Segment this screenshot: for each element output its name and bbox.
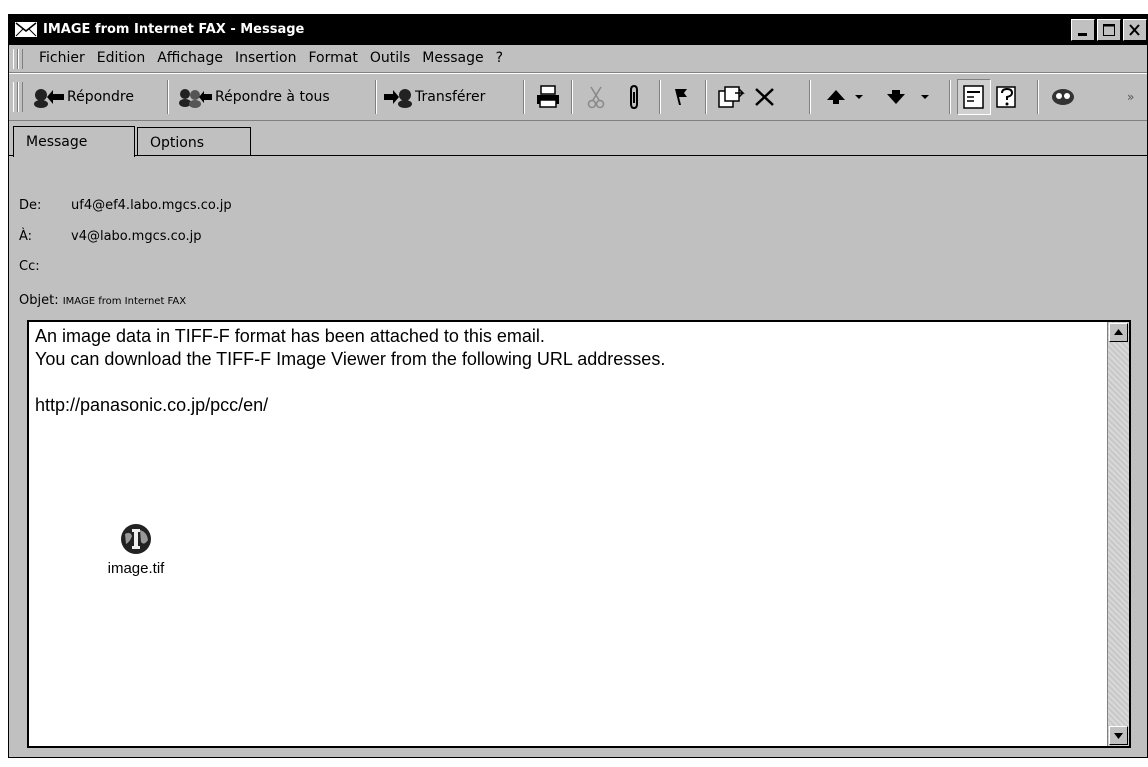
attach-button[interactable] (627, 82, 641, 112)
toolbar-separator (705, 80, 707, 114)
menu-items: Fichier Edition Affichage Insertion Format Ou… (33, 50, 509, 66)
toolbar-separator (809, 80, 811, 114)
forward-label: Transférer (415, 89, 486, 105)
vertical-scrollbar[interactable] (1107, 322, 1129, 746)
body-line-1: An image data in TIFF-F format has been … (35, 326, 545, 346)
forward-icon (384, 89, 412, 108)
minimize-icon (1078, 33, 1087, 36)
scroll-down-button[interactable] (1109, 726, 1128, 745)
toolbar-separator (375, 80, 377, 114)
close-icon (1129, 24, 1140, 36)
message-window: IMAGE from Internet FAX - Message Fichie… (8, 14, 1148, 758)
address-icon (996, 86, 1016, 108)
reply-button[interactable]: Répondre (31, 82, 134, 112)
scroll-up-icon (1114, 329, 1123, 335)
maximize-icon (1103, 24, 1115, 36)
envelope-icon (15, 22, 37, 37)
delete-button[interactable] (753, 82, 777, 112)
toolbar-overflow-chevron[interactable]: » (1127, 82, 1134, 112)
encrypt-button[interactable] (1049, 82, 1077, 112)
toolbar-separator (1037, 80, 1039, 114)
from-label: De: (19, 198, 42, 213)
menu-item-format[interactable]: Format (302, 50, 363, 66)
toolbar-separator (949, 80, 951, 114)
cc-row: Cc: (19, 259, 71, 279)
print-button[interactable] (535, 82, 561, 112)
reply-all-label: Répondre à tous (215, 89, 330, 105)
tab-options[interactable]: Options (137, 127, 251, 156)
menu-item-affichage[interactable]: Affichage (151, 50, 229, 66)
attachment-tiff[interactable]: image.tif (91, 522, 181, 577)
menu-item-fichier[interactable]: Fichier (33, 50, 91, 66)
menu-item-message[interactable]: Message (416, 50, 489, 66)
scroll-up-button[interactable] (1109, 323, 1128, 342)
toolbar: Répondre Répondre à tous Transférer » (9, 73, 1147, 121)
menu-bar: Fichier Edition Affichage Insertion Format Ou… (9, 45, 1147, 73)
from-value[interactable]: uf4@ef4.labo.mgcs.co.jp (71, 198, 232, 213)
reply-all-icon (179, 89, 212, 108)
cut-button[interactable] (587, 82, 605, 112)
body-line-2: You can download the TIFF-F Image Viewer… (35, 349, 666, 369)
tab-divider (9, 155, 1147, 156)
subject-row: Objet: IMAGE from Internet FAX (19, 293, 186, 313)
reply-icon (34, 89, 64, 108)
tiff-file-icon (121, 524, 151, 554)
scroll-down-icon (1114, 733, 1123, 739)
title-bar[interactable]: IMAGE from Internet FAX - Message (9, 15, 1147, 45)
message-body[interactable]: An image data in TIFF-F format has been … (27, 320, 1131, 748)
reply-label: Répondre (67, 89, 134, 105)
cut-icon (587, 86, 605, 109)
to-value[interactable]: v4@labo.mgcs.co.jp (71, 229, 202, 244)
toolbar-grip-2 (18, 82, 23, 112)
toolbar-separator (167, 80, 169, 114)
toolbar-separator (523, 80, 525, 114)
menu-item-insertion[interactable]: Insertion (229, 50, 302, 66)
menu-item-edition[interactable]: Edition (91, 50, 151, 66)
copy-to-folder-button[interactable] (717, 82, 745, 112)
properties-button[interactable] (957, 79, 991, 115)
reply-all-button[interactable]: Répondre à tous (177, 82, 330, 112)
previous-icon (827, 90, 863, 104)
next-icon (887, 90, 929, 104)
address-button[interactable] (995, 82, 1021, 112)
body-url[interactable]: http://panasonic.co.jp/pcc/en/ (35, 395, 268, 415)
menu-item-help[interactable]: ? (490, 50, 509, 66)
flag-icon (675, 89, 687, 105)
menubar-grip-2 (18, 49, 23, 69)
to-row: À: v4@labo.mgcs.co.jp (19, 229, 202, 249)
toolbar-separator (659, 80, 661, 114)
tabstrip: Message Options (9, 123, 1147, 157)
to-label: À: (19, 229, 33, 244)
from-row: De: uf4@ef4.labo.mgcs.co.jp (19, 198, 232, 218)
attachment-filename: image.tif (107, 560, 165, 577)
menu-item-outils[interactable]: Outils (364, 50, 416, 66)
maximize-button[interactable] (1097, 19, 1121, 41)
body-text[interactable]: An image data in TIFF-F format has been … (35, 325, 665, 417)
tab-message[interactable]: Message (13, 126, 135, 157)
attach-icon (630, 84, 638, 110)
print-icon (537, 85, 559, 108)
encode-icon (1052, 89, 1074, 105)
next-button[interactable] (885, 82, 935, 112)
subject-label: Objet: (19, 293, 59, 308)
forward-button[interactable]: Transférer (383, 82, 485, 112)
cc-label: Cc: (19, 259, 40, 274)
toolbar-separator (571, 80, 573, 114)
properties-icon (963, 85, 984, 109)
close-button[interactable] (1123, 19, 1147, 41)
delete-icon (755, 88, 774, 106)
subject-value[interactable]: IMAGE from Internet FAX (63, 296, 186, 307)
previous-button[interactable] (825, 82, 869, 112)
flag-button[interactable] (673, 82, 689, 112)
minimize-button[interactable] (1071, 19, 1095, 41)
copy-icon (718, 86, 745, 108)
window-title: IMAGE from Internet FAX - Message (43, 22, 305, 37)
